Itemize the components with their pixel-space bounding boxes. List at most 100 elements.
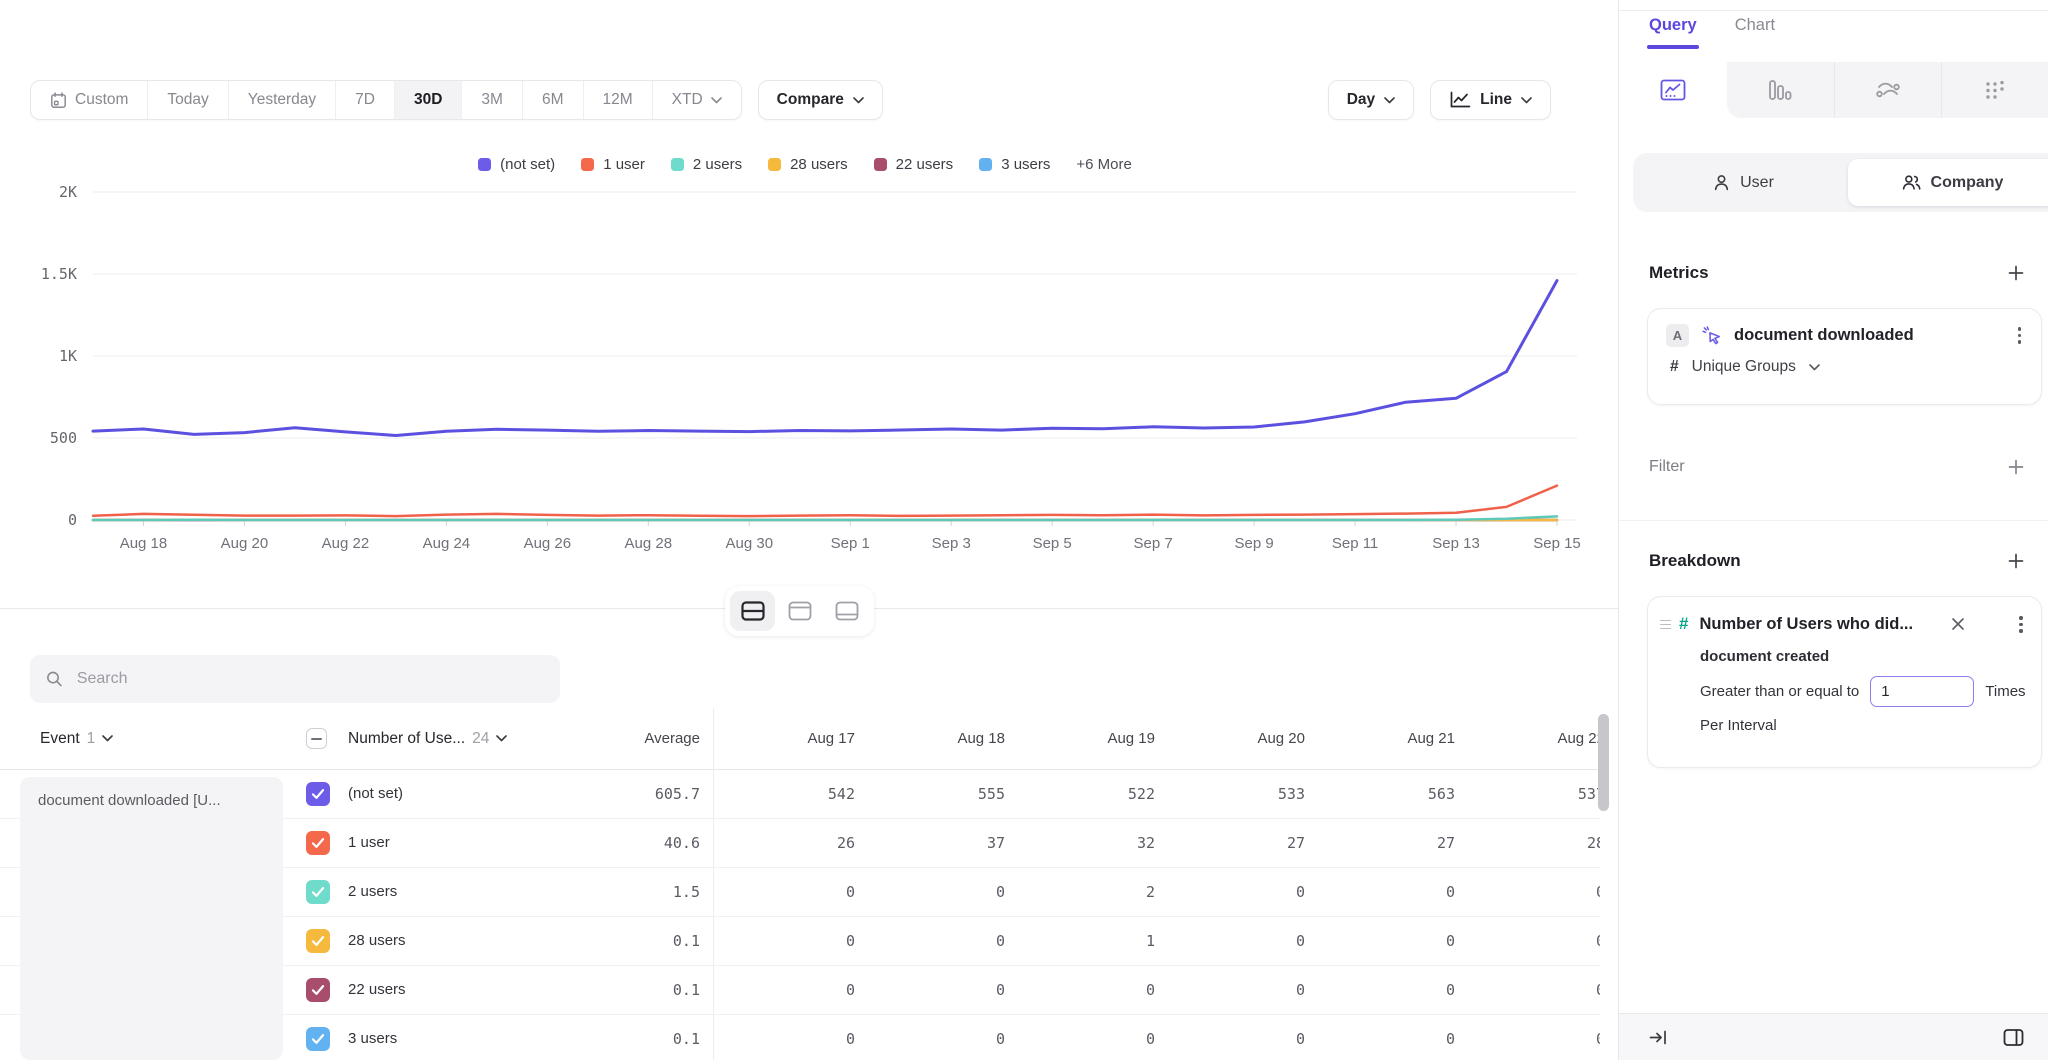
cell-value: 537 bbox=[1465, 770, 1600, 818]
breakdown-table: Event 1 Number of Use... 24 Average Aug … bbox=[0, 708, 1600, 1060]
group-column-header[interactable]: Number of Use... 24 bbox=[348, 708, 507, 769]
date-column-header[interactable]: Aug 22 bbox=[1465, 708, 1600, 769]
series-checkbox[interactable] bbox=[306, 831, 330, 855]
date-column-header[interactable]: Aug 20 bbox=[1165, 708, 1315, 769]
bottom-panel-view-button[interactable] bbox=[824, 591, 869, 631]
compare-button[interactable]: Compare bbox=[758, 80, 883, 120]
date-range-3m[interactable]: 3M bbox=[462, 81, 523, 119]
event-column-header[interactable]: Event 1 bbox=[40, 708, 113, 769]
cell-value: 0 bbox=[1015, 1015, 1165, 1060]
more-chart-types-icon bbox=[1984, 79, 2006, 101]
metric-card[interactable]: A document downloaded # Unique Groups bbox=[1647, 308, 2042, 405]
line-chart[interactable]: 05001K1.5K2KAug 18Aug 20Aug 22Aug 24Aug … bbox=[25, 182, 1585, 562]
x-axis-tick-label: Sep 15 bbox=[1533, 535, 1581, 552]
select-all-checkbox[interactable] bbox=[306, 728, 327, 749]
series-checkbox[interactable] bbox=[306, 978, 330, 1002]
side-panel-icon bbox=[2003, 1028, 2024, 1047]
series-checkbox[interactable] bbox=[306, 782, 330, 806]
panel-layout-button[interactable] bbox=[2003, 1028, 2024, 1047]
event-name-cell[interactable]: document downloaded [U... bbox=[20, 777, 283, 1060]
cell-value: 27 bbox=[1315, 819, 1465, 867]
legend-label: 1 user bbox=[603, 156, 645, 173]
cell-value: 0 bbox=[715, 917, 865, 965]
tab-chart[interactable]: Chart bbox=[1735, 16, 1775, 49]
tab-bar-chart[interactable] bbox=[1726, 62, 1833, 118]
date-column-header[interactable]: Aug 17 bbox=[715, 708, 865, 769]
search-input[interactable] bbox=[75, 669, 544, 689]
cell-value: 28 bbox=[1465, 819, 1600, 867]
legend-item[interactable]: 28 users bbox=[768, 156, 848, 173]
breakdown-event-name[interactable]: document created bbox=[1648, 635, 2041, 665]
add-filter-button[interactable] bbox=[2008, 459, 2024, 475]
legend-items: (not set) 1 user 2 users 28 users 22 users 3 … bbox=[478, 156, 1050, 173]
scope-company-label: Company bbox=[1931, 174, 2004, 192]
cell-value: 27 bbox=[1165, 819, 1315, 867]
date-range-today[interactable]: Today bbox=[148, 81, 228, 119]
date-range-30d[interactable]: 30D bbox=[395, 81, 462, 119]
series-label: 1 user bbox=[348, 819, 390, 867]
measure-label[interactable]: Unique Groups bbox=[1692, 358, 1796, 376]
breakdown-hash-icon: # bbox=[1679, 614, 1688, 634]
series-label: (not set) bbox=[348, 770, 403, 818]
date-range-6m[interactable]: 6M bbox=[523, 81, 584, 119]
tab-query[interactable]: Query bbox=[1649, 16, 1697, 49]
chart-type-button[interactable]: Line bbox=[1430, 80, 1551, 120]
cell-value: 0 bbox=[865, 966, 1015, 1014]
condition-value-input[interactable] bbox=[1870, 676, 1974, 707]
date-range-custom[interactable]: Custom bbox=[31, 81, 148, 119]
bar-chart-icon bbox=[1768, 79, 1792, 101]
series-checkbox[interactable] bbox=[306, 1027, 330, 1051]
drag-handle-icon[interactable] bbox=[1660, 620, 1671, 630]
cell-value: 0 bbox=[1465, 966, 1600, 1014]
average-column-header[interactable]: Average bbox=[540, 708, 700, 769]
date-column-header[interactable]: Aug 18 bbox=[865, 708, 1015, 769]
date-range-label: XTD bbox=[672, 91, 703, 109]
arrow-to-bar-icon bbox=[1649, 1029, 1668, 1046]
table-scrollbar[interactable] bbox=[1598, 714, 1609, 811]
date-range-yesterday[interactable]: Yesterday bbox=[229, 81, 336, 119]
chevron-down-icon bbox=[1809, 364, 1820, 371]
date-range-12m[interactable]: 12M bbox=[584, 81, 653, 119]
legend-swatch bbox=[671, 158, 684, 171]
cell-value: 0 bbox=[1015, 966, 1165, 1014]
scope-option-company[interactable]: Company bbox=[1848, 159, 2048, 206]
date-range-xtd[interactable]: XTD bbox=[653, 81, 741, 119]
legend-item[interactable]: 1 user bbox=[581, 156, 645, 173]
metric-menu-button[interactable] bbox=[2014, 325, 2026, 346]
series-checkbox[interactable] bbox=[306, 880, 330, 904]
date-range-7d[interactable]: 7D bbox=[336, 81, 395, 119]
add-metric-button[interactable] bbox=[2008, 265, 2024, 281]
add-breakdown-button[interactable] bbox=[2008, 553, 2024, 569]
granularity-label: Day bbox=[1347, 91, 1375, 109]
legend-item[interactable]: (not set) bbox=[478, 156, 555, 173]
per-interval-label[interactable]: Per Interval bbox=[1648, 707, 2041, 734]
series-checkbox[interactable] bbox=[306, 929, 330, 953]
tab-more-chart-types[interactable] bbox=[1941, 62, 2048, 118]
check-icon bbox=[311, 935, 325, 947]
tab-flow-chart[interactable] bbox=[1834, 62, 1941, 118]
metric-event-name[interactable]: document downloaded bbox=[1734, 326, 1914, 345]
scope-option-user[interactable]: User bbox=[1639, 159, 1848, 206]
date-column-header[interactable]: Aug 21 bbox=[1315, 708, 1465, 769]
cell-value: 0 bbox=[865, 917, 1015, 965]
remove-breakdown-button[interactable] bbox=[1951, 617, 1965, 631]
top-panel-view-button[interactable] bbox=[777, 591, 822, 631]
tab-line-chart[interactable] bbox=[1619, 62, 1726, 118]
collapse-panel-button[interactable] bbox=[1649, 1029, 1668, 1046]
granularity-button[interactable]: Day bbox=[1328, 80, 1414, 120]
average-value: 40.6 bbox=[540, 819, 700, 867]
legend-more-button[interactable]: +6 More bbox=[1076, 156, 1131, 173]
legend-item[interactable]: 22 users bbox=[874, 156, 954, 173]
breakdown-title[interactable]: Number of Users who did... bbox=[1699, 615, 1913, 634]
average-value: 605.7 bbox=[540, 770, 700, 818]
panel-top-divider bbox=[1619, 10, 2048, 11]
breakdown-menu-button[interactable] bbox=[2015, 614, 2027, 635]
cell-value: 0 bbox=[865, 868, 1015, 916]
cell-value: 542 bbox=[715, 770, 865, 818]
legend-item[interactable]: 3 users bbox=[979, 156, 1050, 173]
date-column-header[interactable]: Aug 19 bbox=[1015, 708, 1165, 769]
legend-label: 3 users bbox=[1001, 156, 1050, 173]
legend-item[interactable]: 2 users bbox=[671, 156, 742, 173]
y-axis-tick-label: 0 bbox=[68, 511, 77, 529]
split-view-button[interactable] bbox=[730, 591, 775, 631]
